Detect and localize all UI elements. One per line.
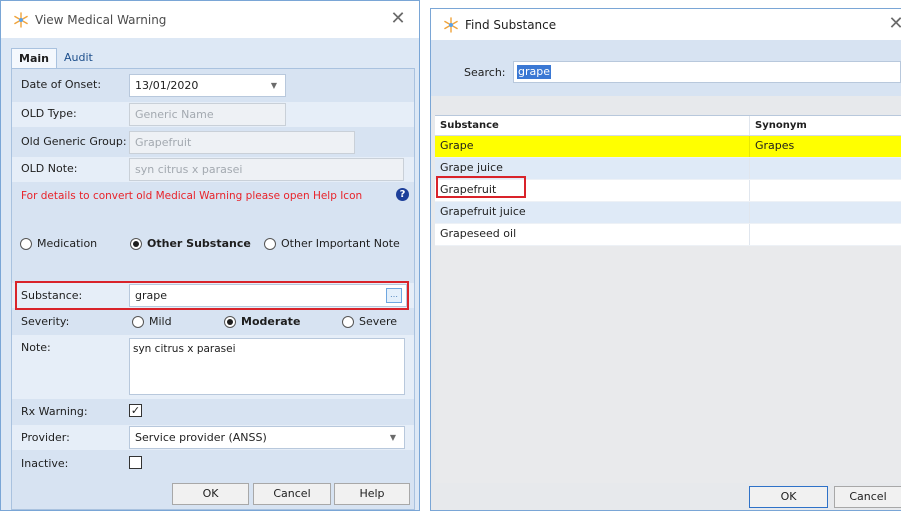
annotation-highlight-grapefruit	[436, 176, 526, 198]
dropdown-arrow-icon[interactable]: ▼	[271, 75, 277, 96]
right-dialog-title: Find Substance	[465, 17, 557, 32]
grid-header: Substance Synonym	[435, 116, 901, 136]
old-type-label: OLD Type:	[21, 107, 77, 120]
tab-audit[interactable]: Audit	[57, 48, 100, 68]
annotation-highlight-substance	[15, 281, 409, 310]
close-icon[interactable]: ✕	[887, 15, 901, 33]
radio-other-substance-label: Other Substance	[147, 237, 251, 250]
rx-warning-label: Rx Warning:	[21, 405, 88, 418]
app-snowflake-icon	[444, 16, 458, 33]
help-button[interactable]: Help	[334, 483, 410, 505]
help-notice-text: For details to convert old Medical Warni…	[21, 190, 363, 202]
row-date-of-onset: Date of Onset: 13/01/2020 ▼	[12, 73, 414, 98]
right-titlebar: Find Substance ✕	[431, 9, 901, 40]
row-note: Note: syn citrus x parasei	[12, 335, 414, 399]
radio-moderate-label: Moderate	[241, 315, 301, 328]
search-area: Search: grape	[431, 40, 901, 96]
row-severity: Severity: Mild Moderate Severe	[12, 310, 414, 335]
cell-synonym	[749, 224, 901, 245]
inactive-label: Inactive:	[21, 457, 69, 470]
old-note-label: OLD Note:	[21, 162, 78, 175]
radio-circle-selected	[224, 315, 236, 328]
radio-circle	[342, 315, 354, 328]
left-titlebar: View Medical Warning ✕	[1, 1, 419, 38]
date-of-onset-picker[interactable]: 13/01/2020 ▼	[129, 74, 286, 97]
note-label: Note:	[21, 341, 51, 354]
date-of-onset-label: Date of Onset:	[21, 78, 102, 91]
radio-circle	[264, 237, 276, 250]
radio-severe[interactable]: Severe	[342, 315, 397, 328]
tab-main[interactable]: Main	[11, 48, 57, 68]
search-input[interactable]: grape	[513, 61, 901, 83]
close-icon[interactable]: ✕	[389, 10, 407, 28]
radio-moderate[interactable]: Moderate	[224, 315, 300, 328]
table-row[interactable]: Grape Grapes	[435, 136, 901, 158]
radio-medication-label: Medication	[37, 237, 98, 250]
provider-label: Provider:	[21, 431, 70, 444]
cancel-button[interactable]: Cancel	[253, 483, 331, 505]
help-notice-row: For details to convert old Medical Warni…	[21, 188, 413, 206]
old-generic-group-field: Grapefruit	[129, 131, 355, 154]
find-ok-button[interactable]: OK	[749, 486, 828, 508]
app-snowflake-icon	[14, 11, 28, 28]
substance-grid: Substance Synonym Grape Grapes Grape jui…	[435, 115, 901, 483]
row-old-generic-group: Old Generic Group: Grapefruit	[12, 130, 414, 155]
inactive-checkbox[interactable]	[129, 456, 142, 469]
table-row[interactable]: Grapefruit juice	[435, 202, 901, 224]
view-medical-warning-dialog: View Medical Warning ✕ Main Audit Date o…	[0, 0, 420, 511]
old-type-field: Generic Name	[129, 103, 286, 126]
ok-button[interactable]: OK	[172, 483, 249, 505]
radio-mild[interactable]: Mild	[132, 315, 172, 328]
checkmark-icon: ✓	[130, 404, 141, 417]
cell-synonym: Grapes	[749, 136, 901, 157]
cell-synonym	[749, 202, 901, 223]
radio-circle	[132, 315, 144, 328]
date-of-onset-value: 13/01/2020	[135, 79, 199, 92]
search-value: grape	[517, 65, 551, 79]
radio-circle	[20, 237, 32, 250]
cell-synonym	[749, 180, 901, 201]
find-substance-dialog: Find Substance ✕ Search: grape Substance…	[430, 8, 901, 511]
old-generic-group-label: Old Generic Group:	[21, 135, 127, 148]
provider-select[interactable]: Service provider (ANSS) ▼	[129, 426, 405, 449]
rx-warning-checkbox[interactable]: ✓	[129, 404, 142, 417]
find-cancel-button[interactable]: Cancel	[834, 486, 901, 508]
radio-other-substance[interactable]: Other Substance	[130, 237, 251, 250]
row-old-type: OLD Type: Generic Name	[12, 102, 414, 127]
search-label: Search:	[464, 66, 506, 79]
severity-label: Severity:	[21, 315, 70, 328]
help-icon[interactable]: ?	[396, 188, 409, 201]
column-header-substance[interactable]: Substance	[435, 116, 749, 135]
cell-substance: Grapeseed oil	[440, 227, 517, 240]
left-dialog-title: View Medical Warning	[35, 12, 167, 27]
row-rx-warning: Rx Warning: ✓	[12, 399, 414, 424]
radio-other-important-note-label: Other Important Note	[281, 237, 400, 250]
radio-circle-selected	[130, 237, 142, 250]
column-header-synonym[interactable]: Synonym	[749, 116, 901, 135]
tab-strip: Main Audit	[11, 48, 100, 68]
provider-value: Service provider (ANSS)	[135, 431, 267, 444]
dropdown-arrow-icon[interactable]: ▼	[390, 427, 396, 448]
row-old-note: OLD Note: syn citrus x parasei	[12, 157, 414, 182]
radio-other-important-note[interactable]: Other Important Note	[264, 237, 400, 250]
cell-synonym	[749, 158, 901, 179]
old-note-field: syn citrus x parasei	[129, 158, 404, 181]
table-row[interactable]: Grapeseed oil	[435, 224, 901, 246]
radio-severe-label: Severe	[359, 315, 398, 328]
row-provider: Provider: Service provider (ANSS) ▼	[12, 425, 414, 450]
note-textarea[interactable]: syn citrus x parasei	[129, 338, 405, 395]
radio-mild-label: Mild	[149, 315, 172, 328]
row-inactive: Inactive:	[12, 451, 414, 476]
cell-substance: Grape	[440, 139, 474, 152]
radio-medication[interactable]: Medication	[20, 237, 97, 250]
cell-substance: Grapefruit juice	[440, 205, 526, 218]
